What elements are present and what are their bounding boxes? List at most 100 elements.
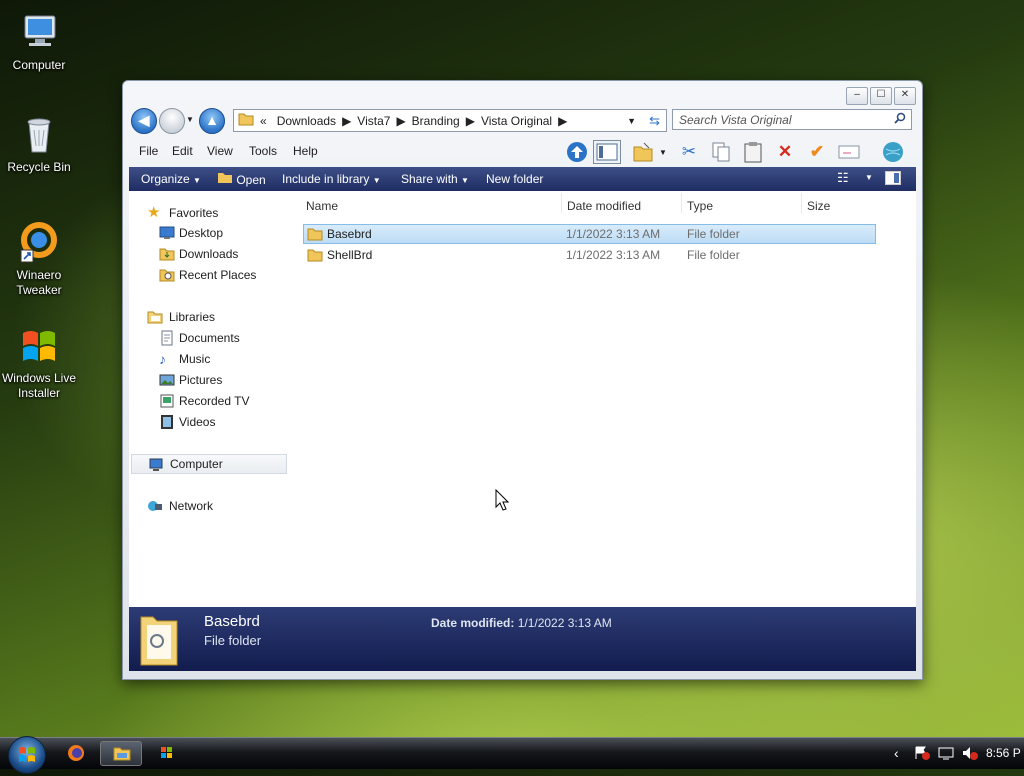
file-name: ShellBrd: [327, 248, 373, 262]
breadcrumb-vista-original[interactable]: Vista Original: [481, 114, 552, 128]
copy-icon[interactable]: [709, 140, 733, 164]
action-center-icon[interactable]: [914, 746, 930, 763]
address-dropdown-icon[interactable]: ▼: [627, 116, 636, 126]
rename-icon[interactable]: [837, 140, 861, 164]
menu-tools[interactable]: Tools: [249, 144, 277, 158]
videos-icon: [159, 414, 175, 430]
view-options-icon[interactable]: ☷: [837, 170, 849, 186]
nav-pictures[interactable]: Pictures: [129, 370, 289, 390]
up-button[interactable]: ▲: [199, 108, 225, 134]
nav-recorded-tv[interactable]: Recorded TV: [129, 391, 289, 411]
nav-computer[interactable]: Computer: [131, 454, 287, 474]
content-pane: ★ Favorites Desktop Downloads Recent Pla…: [129, 191, 916, 607]
computer-icon: [17, 10, 61, 54]
folder-options-dropdown-icon[interactable]: ▼: [659, 148, 667, 157]
file-row[interactable]: ShellBrd 1/1/2022 3:13 AM File folder: [303, 245, 876, 265]
forward-button[interactable]: [159, 108, 185, 134]
nav-recent-places[interactable]: Recent Places: [129, 265, 289, 285]
file-date: 1/1/2022 3:13 AM: [566, 248, 661, 262]
view-dropdown-icon[interactable]: ▼: [865, 173, 873, 182]
desktop-icon: [159, 225, 175, 241]
desktop-icon-computer[interactable]: Computer: [1, 10, 77, 73]
back-button[interactable]: ◀: [131, 108, 157, 134]
menu-view[interactable]: View: [207, 144, 233, 158]
column-header-date-modified[interactable]: Date modified: [567, 199, 641, 213]
column-header-type[interactable]: Type: [687, 199, 713, 213]
file-type: File folder: [687, 248, 740, 262]
cut-icon[interactable]: ✂: [677, 140, 701, 164]
breadcrumb-branding[interactable]: Branding: [412, 114, 460, 128]
organize-button[interactable]: Organize ▼: [141, 172, 201, 186]
breadcrumb-arrow-icon[interactable]: ▶: [396, 114, 405, 128]
details-date-value: 1/1/2022 3:13 AM: [517, 616, 612, 630]
close-button[interactable]: ✕: [894, 87, 916, 105]
column-separator[interactable]: [681, 193, 682, 213]
breadcrumb-overflow[interactable]: «: [260, 114, 267, 128]
folder-icon: [307, 227, 323, 247]
address-bar[interactable]: « Downloads ▶ Vista7 ▶ Branding ▶ Vista …: [233, 109, 667, 132]
search-placeholder: Search Vista Original: [679, 113, 792, 127]
refresh-icon[interactable]: ⇆: [649, 113, 660, 129]
nav-documents[interactable]: Documents: [129, 328, 289, 348]
open-button[interactable]: Open: [217, 172, 266, 187]
volume-muted-icon[interactable]: [962, 746, 978, 763]
folder-options-icon[interactable]: [631, 140, 655, 164]
search-input[interactable]: Search Vista Original: [672, 109, 912, 130]
maximize-button[interactable]: ☐: [870, 87, 892, 105]
globe-icon[interactable]: [881, 140, 905, 164]
nav-downloads[interactable]: Downloads: [129, 244, 289, 264]
network-tray-icon[interactable]: [938, 746, 954, 763]
recent-pages-dropdown[interactable]: ▼: [186, 115, 194, 124]
desktop-icon-label: Recycle Bin: [7, 160, 71, 174]
explorer-window: – ☐ ✕ ◀ ▼ ▲ « Downloads ▶ Vista7 ▶ Brand…: [122, 80, 923, 680]
minimize-button[interactable]: –: [846, 87, 868, 105]
nav-network[interactable]: Network: [129, 496, 289, 516]
nav-music[interactable]: ♪ Music: [129, 349, 289, 369]
file-row-selected[interactable]: Basebrd 1/1/2022 3:13 AM File folder: [303, 224, 876, 244]
properties-icon[interactable]: ✔: [805, 140, 829, 164]
delete-icon[interactable]: ✕: [773, 140, 797, 164]
desktop-icon-label-line1: Windows Live: [1, 371, 77, 385]
nav-favorites[interactable]: ★ Favorites: [129, 203, 289, 223]
menu-file[interactable]: File: [139, 144, 158, 158]
taskbar-firefox[interactable]: [56, 741, 98, 766]
search-icon[interactable]: [894, 110, 906, 131]
column-header-size[interactable]: Size: [807, 199, 830, 213]
clock[interactable]: 8:56 P: [986, 746, 1021, 760]
preview-pane-toggle-icon[interactable]: [885, 171, 901, 188]
share-with-button[interactable]: Share with ▼: [401, 172, 469, 186]
menu-edit[interactable]: Edit: [172, 144, 193, 158]
folder-icon: [238, 112, 254, 129]
breadcrumb-vista7[interactable]: Vista7: [357, 114, 390, 128]
include-in-library-button[interactable]: Include in library ▼: [282, 172, 381, 186]
nav-videos[interactable]: Videos: [129, 412, 289, 432]
column-header-name[interactable]: Name: [306, 199, 338, 213]
new-folder-button[interactable]: New folder: [486, 172, 543, 186]
downloads-folder-icon: [159, 246, 175, 262]
taskbar-windows-live[interactable]: [146, 741, 188, 766]
up-folder-icon[interactable]: [565, 140, 589, 164]
desktop-icon-label-line2: Installer: [17, 386, 61, 400]
desktop-icon-winaero-tweaker[interactable]: Winaero Tweaker: [1, 220, 77, 298]
command-bar: Organize ▼ Open Include in library ▼ Sha…: [129, 167, 916, 191]
breadcrumb-arrow-icon[interactable]: ▶: [466, 114, 475, 128]
desktop-icon-recycle-bin[interactable]: Recycle Bin: [1, 112, 77, 175]
preview-pane-icon[interactable]: [593, 140, 621, 164]
nav-libraries[interactable]: Libraries: [129, 307, 289, 327]
breadcrumb-arrow-icon[interactable]: ▶: [558, 114, 567, 128]
show-hidden-icons-icon[interactable]: ‹: [894, 745, 899, 761]
breadcrumb-arrow-icon[interactable]: ▶: [342, 114, 351, 128]
nav-desktop[interactable]: Desktop: [129, 223, 289, 243]
column-separator[interactable]: [561, 193, 562, 213]
start-button[interactable]: [8, 736, 46, 774]
paste-icon[interactable]: [741, 140, 765, 164]
mouse-cursor-icon: [495, 488, 510, 514]
column-separator[interactable]: [801, 193, 802, 213]
caption-buttons: – ☐ ✕: [846, 87, 916, 105]
taskbar: ‹ 8:56 P: [0, 736, 1024, 774]
details-date-label: Date modified:: [431, 616, 515, 630]
menu-help[interactable]: Help: [293, 144, 318, 158]
taskbar-explorer[interactable]: [100, 741, 142, 766]
breadcrumb-downloads[interactable]: Downloads: [277, 114, 336, 128]
desktop-icon-windows-live-installer[interactable]: Windows Live Installer: [1, 323, 77, 401]
